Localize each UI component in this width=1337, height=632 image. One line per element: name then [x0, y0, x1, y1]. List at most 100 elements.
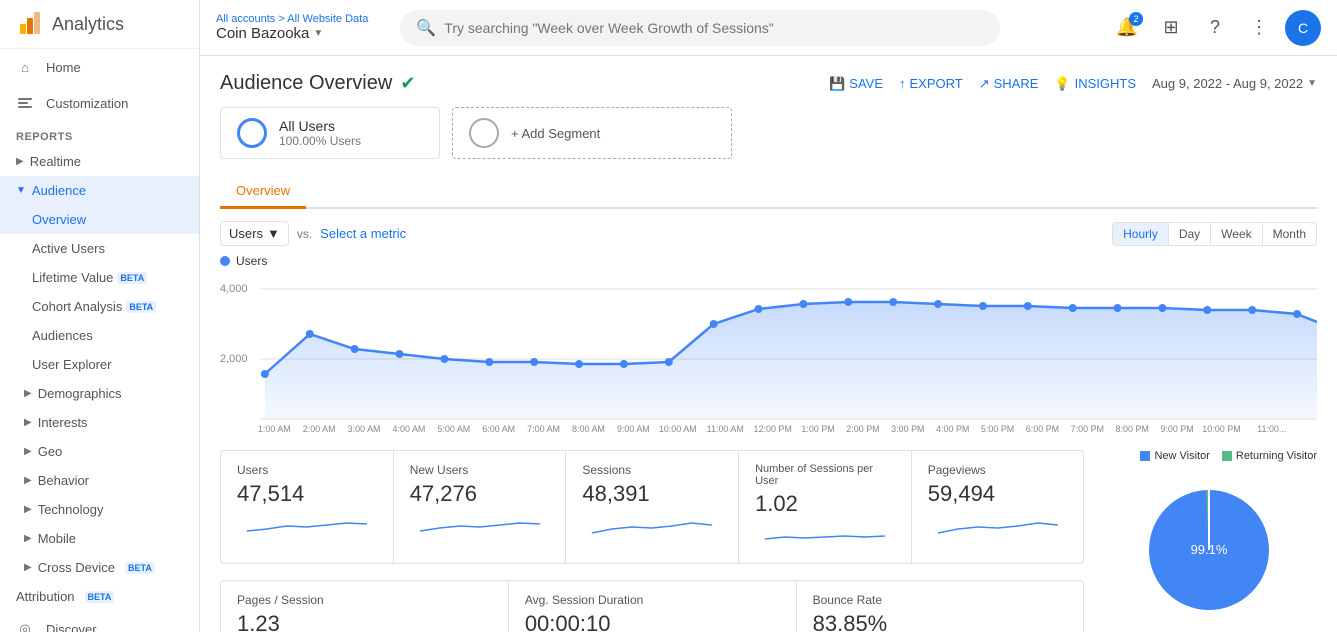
add-segment-label: + Add Segment [511, 126, 600, 141]
more-options-button[interactable]: ⋮ [1241, 10, 1277, 46]
sidebar-item-attribution[interactable]: Attribution BETA [0, 582, 199, 611]
metric-avg-session-label: Avg. Session Duration [525, 593, 780, 607]
apps-button[interactable]: ⊞ [1153, 10, 1189, 46]
date-range[interactable]: Aug 9, 2022 - Aug 9, 2022 ▼ [1152, 76, 1317, 91]
all-users-segment[interactable]: All Users 100.00% Users [220, 107, 440, 159]
segment-info: All Users 100.00% Users [279, 118, 361, 148]
sidebar-item-technology[interactable]: ▶ Technology [0, 495, 199, 524]
time-btn-hourly[interactable]: Hourly [1113, 223, 1169, 245]
metric-sessions-value: 48,391 [582, 481, 722, 507]
svg-text:10:00 PM: 10:00 PM [1202, 424, 1240, 434]
metric-sessions-label: Sessions [582, 463, 722, 477]
lifetime-beta-badge: BETA [117, 272, 147, 284]
svg-text:2:00 AM: 2:00 AM [303, 424, 336, 434]
sidebar-item-cross-device[interactable]: ▶ Cross Device BETA [0, 553, 199, 582]
segment-circle [237, 118, 267, 148]
sidebar-item-interests[interactable]: ▶ Interests [0, 408, 199, 437]
audience-label: Audience [32, 183, 86, 198]
sidebar-item-active-users[interactable]: Active Users [0, 234, 199, 263]
svg-text:10:00 AM: 10:00 AM [659, 424, 697, 434]
svg-text:2,000: 2,000 [220, 353, 247, 365]
metric-pages-session-label: Pages / Session [237, 593, 492, 607]
help-icon: ? [1210, 17, 1220, 38]
segment-row: All Users 100.00% Users + Add Segment [220, 107, 1317, 159]
insights-button[interactable]: 💡 INSIGHTS [1054, 76, 1136, 92]
export-icon: ↑ [899, 76, 906, 91]
sidebar-item-user-explorer[interactable]: User Explorer [0, 350, 199, 379]
svg-text:5:00 PM: 5:00 PM [981, 424, 1014, 434]
svg-text:1:00 PM: 1:00 PM [801, 424, 834, 434]
export-button[interactable]: ↑ EXPORT [899, 76, 963, 91]
chart-wrapper: Users 4,000 2,000 [220, 254, 1317, 434]
sidebar-item-discover[interactable]: ◎ Discover [0, 611, 199, 632]
sidebar-item-cohort[interactable]: Cohort Analysis BETA [0, 292, 199, 321]
account-chevron-icon: ▼ [313, 28, 323, 39]
sidebar-item-home[interactable]: ⌂ Home [0, 49, 199, 85]
share-button[interactable]: ↗ SHARE [979, 76, 1039, 92]
notification-badge: 2 [1129, 12, 1143, 26]
vs-label: vs. [297, 227, 312, 241]
chart-container: 4,000 2,000 [220, 274, 1317, 434]
svg-text:8:00 PM: 8:00 PM [1116, 424, 1149, 434]
save-button[interactable]: 💾 SAVE [829, 76, 883, 92]
segment-pct: 100.00% Users [279, 134, 361, 148]
sidebar-item-realtime[interactable]: ▶ Realtime [0, 147, 199, 176]
metric-dropdown-arrow: ▼ [267, 226, 280, 241]
metric-label: Users [229, 226, 263, 241]
sidebar-item-audiences[interactable]: Audiences [0, 321, 199, 350]
overview-label: Overview [32, 212, 86, 227]
returning-visitor-dot [1222, 451, 1232, 461]
sidebar-item-behavior[interactable]: ▶ Behavior [0, 466, 199, 495]
add-segment-button[interactable]: + Add Segment [452, 107, 732, 159]
account-name: Coin Bazooka [216, 25, 309, 42]
discover-icon: ◎ [16, 620, 34, 632]
users-legend-dot [220, 256, 230, 266]
day-label: Day [1179, 227, 1200, 241]
add-circle-icon [469, 118, 499, 148]
tab-overview[interactable]: Overview [220, 175, 306, 209]
metric-selector: Users ▼ vs. Select a metric [220, 221, 406, 246]
help-button[interactable]: ? [1197, 10, 1233, 46]
sidebar-item-audience[interactable]: ▼ Audience [0, 176, 199, 205]
time-btn-month[interactable]: Month [1263, 223, 1316, 245]
demographics-expand-icon: ▶ [24, 388, 32, 399]
new-users-sparkline [410, 511, 550, 541]
search-input[interactable] [444, 20, 984, 36]
notifications-button[interactable]: 🔔 2 [1109, 10, 1145, 46]
users-sparkline [237, 511, 377, 541]
select-metric-link[interactable]: Select a metric [320, 226, 406, 241]
metrics-grid-2: Pages / Session 1.23 Avg. Session Durati… [220, 580, 1084, 632]
user-explorer-label: User Explorer [32, 357, 111, 372]
sidebar-item-mobile[interactable]: ▶ Mobile [0, 524, 199, 553]
sidebar-logo: Analytics [0, 0, 199, 49]
account-selector[interactable]: Coin Bazooka ▼ [216, 25, 368, 42]
metric-dropdown[interactable]: Users ▼ [220, 221, 289, 246]
line-chart-svg: 4,000 2,000 [220, 274, 1317, 434]
share-icon: ↗ [979, 76, 990, 92]
realtime-label: Realtime [30, 154, 81, 169]
metric-bounce-rate-label: Bounce Rate [813, 593, 1068, 607]
verified-icon: ✔ [400, 73, 415, 94]
customization-icon [16, 94, 34, 112]
sidebar-item-demographics[interactable]: ▶ Demographics [0, 379, 199, 408]
sidebar-item-overview[interactable]: Overview [0, 205, 199, 234]
metric-new-users: New Users 47,276 [394, 451, 567, 563]
sidebar-item-customization[interactable]: Customization [0, 85, 199, 121]
time-btn-day[interactable]: Day [1169, 223, 1211, 245]
svg-text:9:00 PM: 9:00 PM [1160, 424, 1193, 434]
svg-text:11:00...: 11:00... [1257, 424, 1286, 434]
sidebar-item-geo[interactable]: ▶ Geo [0, 437, 199, 466]
new-visitor-label: New Visitor [1154, 450, 1209, 462]
svg-text:8:00 AM: 8:00 AM [572, 424, 605, 434]
page-title: Audience Overview [220, 72, 392, 95]
svg-text:9:00 AM: 9:00 AM [617, 424, 650, 434]
time-btn-week[interactable]: Week [1211, 223, 1262, 245]
attribution-label: Attribution [16, 589, 75, 604]
user-avatar[interactable]: C [1285, 10, 1321, 46]
interests-label: Interests [38, 415, 88, 430]
search-bar[interactable]: 🔍 [400, 10, 1000, 46]
sidebar-item-lifetime-value[interactable]: Lifetime Value BETA [0, 263, 199, 292]
metric-pageviews-value: 59,494 [928, 481, 1068, 507]
behavior-label: Behavior [38, 473, 89, 488]
audiences-label: Audiences [32, 328, 93, 343]
